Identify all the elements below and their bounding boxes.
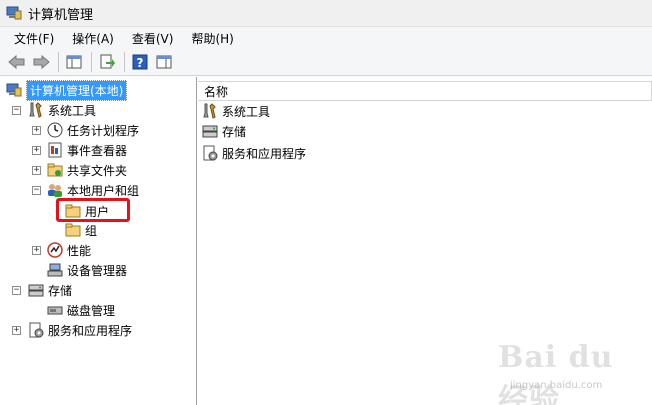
action-pane-icon[interactable] bbox=[153, 51, 175, 73]
tree-label: 任务计划程序 bbox=[67, 123, 140, 138]
performance-icon bbox=[47, 242, 63, 258]
menu-action[interactable]: 操作(A) bbox=[66, 30, 120, 47]
tree-label: 设备管理器 bbox=[67, 263, 128, 278]
tree-label-root: 计算机管理(本地) bbox=[26, 79, 128, 101]
tree-item-root[interactable]: 计算机管理(本地) bbox=[6, 79, 128, 101]
highlight-box bbox=[56, 198, 130, 222]
help-icon[interactable]: ? bbox=[129, 51, 151, 73]
tree-item-groups[interactable]: 组 bbox=[65, 220, 97, 240]
tools-icon bbox=[28, 102, 44, 118]
menu-help[interactable]: 帮助(H) bbox=[185, 30, 239, 47]
title-bar: 计算机管理 bbox=[0, 0, 652, 27]
tree-label: 系统工具 bbox=[48, 103, 97, 118]
tree-item-storage[interactable]: 存储 bbox=[28, 280, 72, 300]
expand-toggle[interactable]: + bbox=[32, 166, 41, 175]
tree-label: 本地用户和组 bbox=[67, 183, 140, 198]
console-tree: 计算机管理(本地) − 系统工具 + 任务计划程序 + 事件查看器 + 共享文件… bbox=[0, 77, 197, 405]
tree-item-device-manager[interactable]: 设备管理器 bbox=[47, 260, 127, 280]
tree-item-system-tools[interactable]: 系统工具 bbox=[28, 100, 96, 120]
tree-item-local-users-groups[interactable]: 本地用户和组 bbox=[47, 180, 139, 200]
disk-icon bbox=[47, 302, 63, 318]
tools-icon bbox=[202, 103, 218, 119]
users-icon bbox=[47, 182, 63, 198]
tree-label: 共享文件夹 bbox=[67, 163, 128, 178]
expand-toggle[interactable]: + bbox=[12, 326, 21, 335]
list-item-label: 存储 bbox=[222, 124, 247, 139]
menu-view[interactable]: 查看(V) bbox=[126, 30, 180, 47]
tree-label: 磁盘管理 bbox=[67, 303, 116, 318]
toolbar-separator bbox=[58, 52, 59, 72]
toolbar-separator bbox=[91, 52, 92, 72]
shared-folder-icon bbox=[47, 162, 63, 178]
services-icon bbox=[28, 322, 44, 338]
services-icon bbox=[202, 145, 218, 161]
clock-icon bbox=[47, 122, 63, 138]
collapse-toggle[interactable]: − bbox=[32, 186, 41, 195]
menu-file[interactable]: 文件(F) bbox=[8, 30, 60, 47]
watermark: Bai du 经验 jingyan.baidu.com bbox=[498, 340, 648, 405]
forward-arrow-icon[interactable] bbox=[30, 51, 52, 73]
tree-label: 存储 bbox=[48, 283, 73, 298]
window-title: 计算机管理 bbox=[28, 7, 94, 23]
list-item-label: 服务和应用程序 bbox=[222, 146, 307, 161]
tree-item-shared-folders[interactable]: 共享文件夹 bbox=[47, 160, 127, 180]
collapse-toggle[interactable]: − bbox=[12, 286, 21, 295]
expand-toggle[interactable]: + bbox=[32, 146, 41, 155]
list-item[interactable]: 服务和应用程序 bbox=[202, 143, 306, 163]
tree-item-performance[interactable]: 性能 bbox=[47, 240, 91, 260]
tree-item-event-viewer[interactable]: 事件查看器 bbox=[47, 140, 127, 160]
tree-label: 性能 bbox=[67, 243, 92, 258]
toolbar: ? bbox=[0, 49, 652, 76]
list-item-label: 系统工具 bbox=[222, 104, 271, 119]
collapse-toggle[interactable]: − bbox=[12, 106, 21, 115]
watermark-url: jingyan.baidu.com bbox=[510, 380, 603, 391]
tree-item-task-scheduler[interactable]: 任务计划程序 bbox=[47, 120, 139, 140]
tree-label: 服务和应用程序 bbox=[48, 323, 133, 338]
list-item[interactable]: 存储 bbox=[202, 121, 246, 141]
export-list-icon[interactable] bbox=[96, 51, 118, 73]
expand-toggle[interactable]: + bbox=[32, 126, 41, 135]
storage-icon bbox=[28, 282, 44, 298]
tree-label: 事件查看器 bbox=[67, 143, 128, 158]
watermark-logo: Bai du 经验 bbox=[498, 340, 614, 405]
tree-item-disk-management[interactable]: 磁盘管理 bbox=[47, 300, 115, 320]
toolbar-separator bbox=[124, 52, 125, 72]
expand-toggle[interactable]: + bbox=[32, 246, 41, 255]
console-tree-icon[interactable] bbox=[63, 51, 85, 73]
computer-management-icon bbox=[6, 5, 22, 21]
column-header: 名称 bbox=[198, 81, 652, 101]
column-header-name[interactable]: 名称 bbox=[198, 82, 652, 100]
device-manager-icon bbox=[47, 262, 63, 278]
back-arrow-icon[interactable] bbox=[6, 51, 28, 73]
event-viewer-icon bbox=[47, 142, 63, 158]
folder-icon bbox=[65, 222, 81, 238]
list-item[interactable]: 系统工具 bbox=[202, 101, 270, 121]
svg-text:?: ? bbox=[137, 56, 144, 70]
tree-label: 组 bbox=[85, 223, 98, 238]
storage-icon bbox=[202, 123, 218, 139]
tree-item-services-apps[interactable]: 服务和应用程序 bbox=[28, 320, 132, 340]
computer-management-icon bbox=[6, 82, 22, 98]
menu-bar: 文件(F) 操作(A) 查看(V) 帮助(H) bbox=[0, 27, 652, 49]
